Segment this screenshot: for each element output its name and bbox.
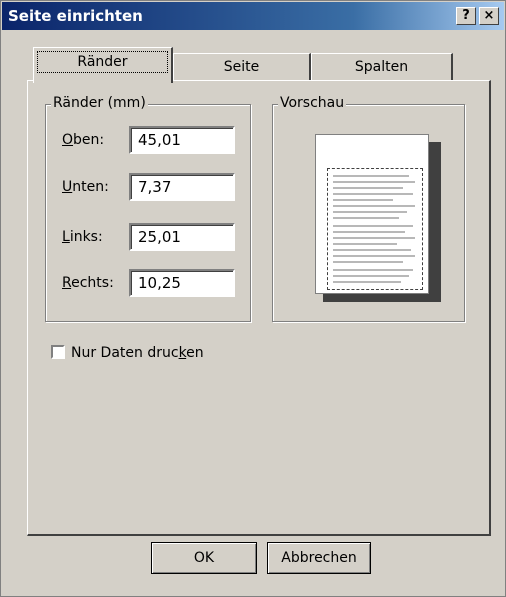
preview-text-line	[333, 217, 399, 219]
preview-text-line	[333, 281, 401, 283]
data-only-label[interactable]: Nur Daten drucken	[71, 345, 204, 361]
preview-text-line	[333, 181, 415, 183]
preview-text-line	[333, 199, 393, 201]
preview-text-line	[333, 275, 409, 277]
preview-text-line	[333, 187, 403, 189]
preview-text-line	[333, 175, 409, 177]
top-margin-field[interactable]: 45,01	[129, 126, 235, 154]
left-label-key: L	[62, 229, 70, 245]
right-label: Rechts:	[62, 275, 114, 291]
preview-text-line	[333, 225, 413, 227]
tab-seite[interactable]: Seite	[173, 53, 311, 81]
right-margin-field[interactable]: 10,25	[129, 269, 235, 297]
preview-text-line	[333, 193, 413, 195]
close-button[interactable]: ×	[479, 7, 499, 25]
preview-group-label: Vorschau	[278, 95, 347, 111]
left-label: Links:	[62, 229, 103, 245]
right-label-rest: echts:	[71, 275, 114, 291]
preview-text-line	[333, 249, 411, 251]
top-label-key: O	[62, 132, 74, 148]
data-only-label-end: en	[186, 345, 204, 361]
preview-text-line	[333, 231, 405, 233]
tab-seite-label: Seite	[223, 59, 260, 75]
preview-text-line	[333, 205, 415, 207]
ok-button[interactable]: OK	[151, 542, 257, 574]
left-label-rest: inks:	[69, 229, 103, 245]
bottom-margin-field[interactable]: 7,37	[129, 173, 235, 201]
help-button[interactable]: ?	[456, 7, 476, 25]
margins-group-label: Ränder (mm)	[51, 95, 148, 111]
right-label-key: R	[62, 275, 72, 291]
window-title: Seite einrichten	[8, 7, 143, 25]
preview-page-shadow	[429, 142, 441, 302]
bottom-label-key: U	[62, 179, 73, 195]
preview-text-line	[333, 243, 397, 245]
tab-spalten-label: Spalten	[354, 59, 409, 75]
preview-text-line	[333, 269, 413, 271]
preview-text-line	[333, 261, 403, 263]
preview-text-line	[333, 237, 415, 239]
bottom-label: Unten:	[62, 179, 109, 195]
left-margin-field[interactable]: 25,01	[129, 223, 235, 251]
cancel-button[interactable]: Abbrechen	[267, 542, 371, 574]
preview-page-shadow-bottom	[323, 294, 441, 302]
top-label: Oben:	[62, 132, 104, 148]
title-bar[interactable]: Seite einrichten ? ×	[2, 2, 504, 30]
data-only-checkbox[interactable]	[51, 345, 65, 359]
tab-focus-indicator	[37, 51, 168, 73]
bottom-label-rest: nten:	[72, 179, 109, 195]
tab-raender[interactable]: Ränder	[33, 47, 173, 83]
page-setup-dialog: Seite einrichten ? × Ränder Seite Spalte…	[0, 0, 506, 597]
top-label-rest: ben:	[73, 132, 105, 148]
data-only-label-start: Nur Daten druc	[71, 345, 179, 361]
preview-text-line	[333, 255, 415, 257]
preview-text-line	[333, 211, 407, 213]
tab-spalten[interactable]: Spalten	[311, 53, 453, 81]
